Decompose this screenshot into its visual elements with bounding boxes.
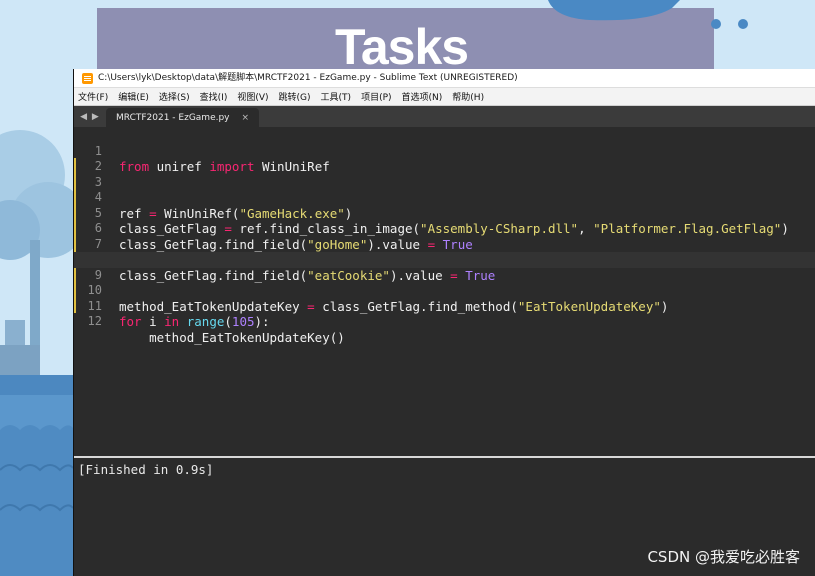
menu-view[interactable]: 视图(V): [237, 90, 268, 103]
menu-file[interactable]: 文件(F): [78, 90, 108, 103]
menu-goto[interactable]: 跳转(G): [279, 90, 311, 103]
window-title: C:\Users\lyk\Desktop\data\解题脚本\MRCTF2021…: [98, 73, 518, 83]
code-editor[interactable]: 1 from uniref import WinUniRef 2 3 4 ref…: [74, 127, 815, 456]
tasks-title: Tasks: [335, 19, 469, 75]
code-line: 11 for i in range(105):: [74, 283, 815, 330]
menu-bar: 文件(F) 编辑(E) 选择(S) 查找(I) 视图(V) 跳转(G) 工具(T…: [74, 88, 815, 106]
menu-find[interactable]: 查找(I): [200, 90, 228, 103]
menu-help[interactable]: 帮助(H): [452, 90, 484, 103]
code-line: 2: [74, 144, 815, 173]
code-text: method_EatTokenUpdateKey(): [119, 329, 345, 345]
sublime-app-icon: [82, 72, 93, 84]
title-bar: C:\Users\lyk\Desktop\data\解题脚本\MRCTF2021…: [74, 69, 815, 88]
code-line-current: 9: [74, 252, 815, 282]
code-line: 8 class_GetFlag.find_field("eatCookie").…: [74, 237, 815, 283]
menu-project[interactable]: 项目(P): [361, 90, 391, 103]
tab-navigation-arrows-icon[interactable]: ◀ ▶: [74, 106, 106, 128]
tab-bar: ◀ ▶ MRCTF2021 - EzGame.py ×: [74, 106, 815, 128]
code-line: 4 ref = WinUniRef("GameHack.exe"): [74, 175, 815, 221]
build-output-text: [Finished in 0.9s]: [78, 462, 214, 477]
tab-label: MRCTF2021 - EzGame.py: [116, 113, 230, 123]
line-number: 12: [87, 314, 102, 328]
code-line: 10 method_EatTokenUpdateKey = class_GetF…: [74, 268, 815, 314]
menu-tools[interactable]: 工具(T): [321, 90, 352, 103]
menu-selection[interactable]: 选择(S): [159, 90, 190, 103]
code-line: 7 class_GetFlag.find_field("findAlien").…: [74, 221, 815, 268]
tab-ezgame-py[interactable]: MRCTF2021 - EzGame.py ×: [106, 108, 260, 128]
code-line: 12 method_EatTokenUpdateKey(): [74, 299, 815, 345]
tab-close-icon[interactable]: ×: [242, 108, 250, 128]
code-line: 6 class_GetFlag.find_field("goHome").val…: [74, 206, 815, 252]
sublime-window: C:\Users\lyk\Desktop\data\解题脚本\MRCTF2021…: [73, 69, 815, 576]
menu-edit[interactable]: 编辑(E): [118, 90, 149, 103]
code-text: for i in range(105):: [119, 314, 270, 329]
code-line: 1 from uniref import WinUniRef: [74, 128, 815, 175]
csdn-watermark: CSDN @我爱吃必胜客: [647, 548, 800, 566]
code-line: 3: [74, 159, 815, 189]
menu-preferences[interactable]: 首选项(N): [402, 90, 443, 103]
code-line: 5 class_GetFlag = ref.find_class_in_imag…: [74, 190, 815, 237]
